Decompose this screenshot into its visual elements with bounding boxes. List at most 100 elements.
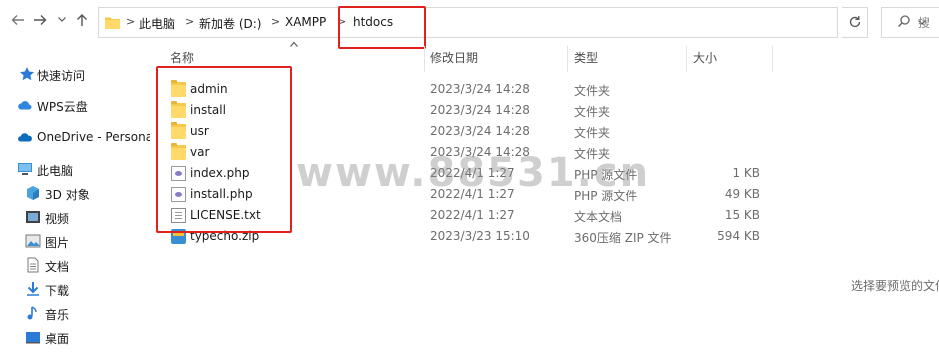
sidebar-item-label: OneDrive - Persona: [37, 130, 150, 144]
breadcrumb-xampp[interactable]: XAMPP: [285, 15, 326, 29]
sort-ascending-icon: [289, 40, 299, 51]
cloud-icon: [17, 97, 33, 113]
file-name: admin: [190, 82, 228, 96]
sidebar-item-label: 图片: [45, 236, 70, 250]
text-file-icon: [171, 208, 186, 223]
sidebar-item-label: 此电脑: [37, 164, 74, 178]
sidebar-item-music[interactable]: 音乐: [0, 302, 150, 324]
folder-icon: [171, 143, 186, 160]
file-date: 2023/3/24 14:28: [430, 103, 530, 117]
navigation-bar: > 此电脑 > 新加卷 (D:) > XAMPP > htdocs 搜: [0, 0, 939, 49]
sidebar-item-desktop[interactable]: 桌面: [0, 326, 150, 348]
arrow-left-icon[interactable]: [8, 12, 28, 32]
sidebar-item-label: WPS云盘: [37, 100, 88, 114]
breadcrumb-separator: >: [185, 15, 195, 28]
search-box[interactable]: 搜: [881, 7, 939, 38]
file-date: 2022/4/1 1:27: [430, 208, 515, 222]
chevron-down-icon[interactable]: [52, 12, 72, 32]
column-divider[interactable]: [772, 46, 773, 72]
sidebar-item-documents[interactable]: 文档: [0, 254, 150, 276]
sidebar-item-downloads[interactable]: 下载: [0, 278, 150, 300]
desktop-icon: [25, 329, 41, 345]
search-icon: [897, 14, 911, 32]
arrow-right-icon[interactable]: [30, 12, 50, 32]
file-name: usr: [190, 124, 209, 138]
document-icon: [25, 257, 41, 273]
sidebar-item-this-pc[interactable]: 此电脑: [0, 158, 150, 180]
file-date: 2023/3/24 14:28: [430, 145, 530, 159]
folder-icon: [171, 101, 186, 118]
breadcrumb-separator: >: [337, 15, 347, 28]
file-size: 1 KB: [732, 166, 760, 180]
file-name: var: [190, 145, 210, 159]
file-size: 15 KB: [724, 208, 760, 222]
address-bar[interactable]: > 此电脑 > 新加卷 (D:) > XAMPP > htdocs: [98, 7, 926, 38]
file-type: 文件夹: [574, 147, 611, 161]
file-size: 594 KB: [717, 229, 760, 243]
file-name: install.php: [190, 187, 253, 201]
sidebar-item-wps-cloud[interactable]: WPS云盘: [0, 94, 150, 116]
file-row[interactable]: LICENSE.txt 2022/4/1 1:27 文本文档 15 KB: [162, 205, 772, 226]
file-type: 360压缩 ZIP 文件: [574, 231, 672, 245]
sidebar-item-pictures[interactable]: 图片: [0, 230, 150, 252]
download-icon: [25, 281, 41, 297]
file-row[interactable]: typecho.zip 2023/3/23 15:10 360压缩 ZIP 文件…: [162, 226, 772, 247]
search-placeholder: 搜: [918, 16, 931, 30]
sidebar-item-label: 下载: [45, 284, 70, 298]
navigation-pane: 快速访问 WPS云盘 OneDrive - Persona 此电脑 3D 对象 …: [0, 46, 150, 354]
breadcrumb-this-pc[interactable]: 此电脑: [139, 15, 175, 32]
column-header-name[interactable]: 名称: [170, 49, 194, 71]
folder-icon: [105, 16, 120, 29]
sidebar-item-onedrive[interactable]: OneDrive - Persona: [0, 126, 150, 148]
file-name: typecho.zip: [190, 229, 260, 243]
file-type: 文本文档: [574, 210, 623, 224]
onedrive-icon: [17, 129, 33, 145]
column-header-size[interactable]: 大小: [693, 49, 717, 71]
file-date: 2023/3/24 14:28: [430, 124, 530, 138]
php-file-icon: [171, 187, 186, 202]
file-row[interactable]: index.php 2022/4/1 1:27 PHP 源文件 1 KB: [162, 163, 772, 184]
file-name: LICENSE.txt: [190, 208, 261, 222]
breadcrumb-separator: >: [271, 15, 281, 28]
file-row[interactable]: admin 2023/3/24 14:28 文件夹: [162, 79, 772, 100]
file-size: 49 KB: [724, 187, 760, 201]
file-name: index.php: [190, 166, 250, 180]
file-name: install: [190, 103, 226, 117]
sidebar-item-quick-access[interactable]: 快速访问: [0, 63, 150, 85]
sidebar-item-label: 桌面: [45, 332, 70, 346]
video-icon: [25, 209, 41, 225]
file-row[interactable]: var 2023/3/24 14:28 文件夹: [162, 142, 772, 163]
file-date: 2022/4/1 1:27: [430, 187, 515, 201]
sidebar-item-videos[interactable]: 视频: [0, 206, 150, 228]
column-divider[interactable]: [424, 46, 425, 72]
computer-icon: [17, 161, 33, 177]
music-icon: [25, 305, 41, 321]
sidebar-item-label: 视频: [45, 212, 70, 226]
column-divider[interactable]: [567, 46, 568, 72]
sidebar-item-label: 快速访问: [37, 69, 86, 83]
file-date: 2023/3/24 14:28: [430, 82, 530, 96]
breadcrumb-htdocs[interactable]: htdocs: [353, 15, 393, 29]
file-row[interactable]: install 2023/3/24 14:28 文件夹: [162, 100, 772, 121]
refresh-icon[interactable]: [842, 7, 868, 38]
column-header-modified[interactable]: 修改日期: [430, 49, 478, 71]
arrow-up-icon[interactable]: [72, 12, 92, 32]
sidebar-item-label: 3D 对象: [45, 188, 90, 202]
star-icon: [19, 66, 35, 82]
folder-icon: [171, 80, 186, 97]
file-row[interactable]: usr 2023/3/24 14:28 文件夹: [162, 121, 772, 142]
preview-pane-hint: 选择要预览的文件: [851, 279, 939, 293]
file-type: 文件夹: [574, 105, 611, 119]
sidebar-item-label: 音乐: [45, 308, 70, 322]
breadcrumb-drive-d[interactable]: 新加卷 (D:): [199, 15, 261, 32]
column-divider[interactable]: [686, 46, 687, 72]
file-row[interactable]: install.php 2022/4/1 1:27 PHP 源文件 49 KB: [162, 184, 772, 205]
sidebar-item-3d-objects[interactable]: 3D 对象: [0, 182, 150, 204]
column-header-type[interactable]: 类型: [574, 49, 598, 71]
file-type: PHP 源文件: [574, 168, 638, 182]
php-file-icon: [171, 166, 186, 181]
file-date: 2023/3/23 15:10: [430, 229, 530, 243]
sidebar-item-label: 文档: [45, 260, 70, 274]
zip-file-icon: [171, 229, 186, 244]
file-type: 文件夹: [574, 84, 611, 98]
